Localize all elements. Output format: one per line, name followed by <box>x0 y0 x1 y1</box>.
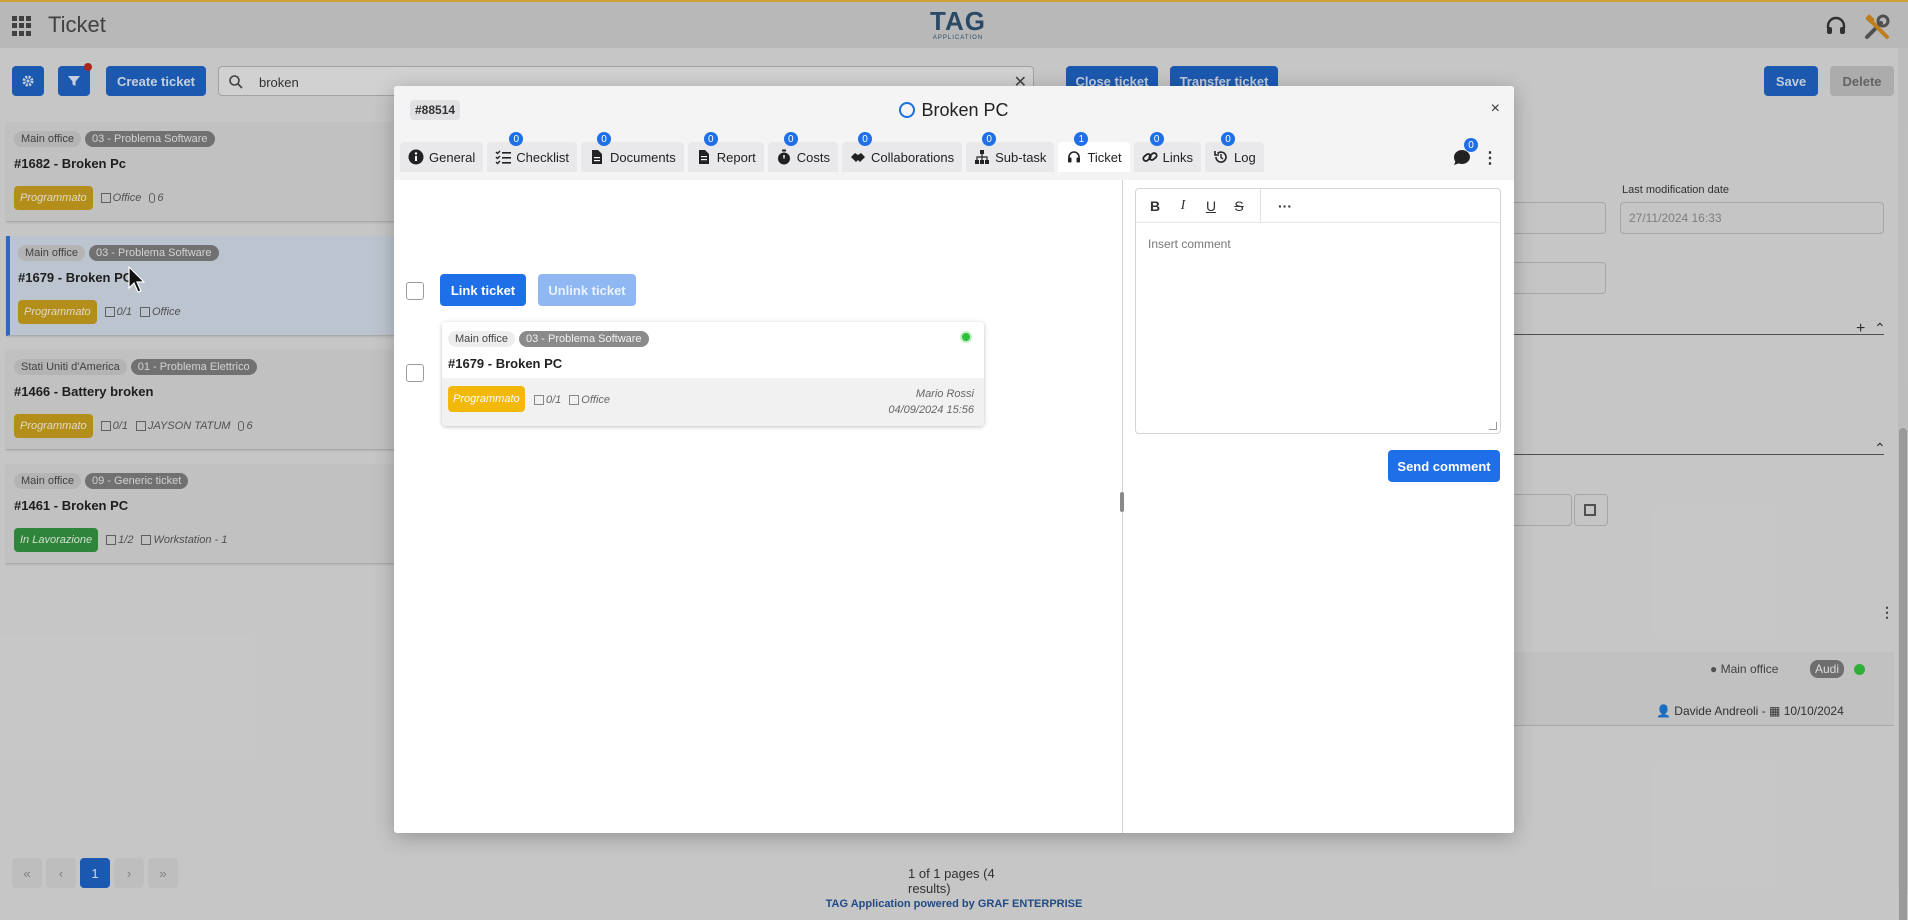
tab-documents[interactable]: 0 Documents <box>581 132 684 172</box>
checklist-meta: 0/1 <box>534 394 561 406</box>
checklist-icon <box>534 395 544 406</box>
unlink-ticket-button[interactable]: Unlink ticket <box>538 274 636 306</box>
comment-pane: B I U S ··· Insert comment Send comment <box>1123 180 1514 833</box>
tools-icon <box>569 395 580 406</box>
linked-tickets-pane: Link ticket Unlink ticket Main office 03 … <box>394 180 1122 833</box>
hierarchy-icon <box>975 150 990 164</box>
created-info: Mario Rossi 04/09/2024 15:56 <box>888 386 974 418</box>
count-badge: 0 <box>982 132 997 146</box>
category-chip: 03 - Problema Software <box>519 331 649 347</box>
bold-button[interactable]: B <box>1148 198 1162 214</box>
count-badge: 0 <box>783 132 798 146</box>
count-badge: 0 <box>597 132 611 146</box>
tab-sub-task[interactable]: 0 Sub-task <box>966 132 1055 172</box>
author-name: Mario Rossi <box>915 388 974 400</box>
count-badge: 0 <box>1149 132 1164 146</box>
status-badge: Programmato <box>448 386 525 412</box>
handshake-icon <box>851 153 866 162</box>
tab-collaborations[interactable]: 0 Collaborations <box>842 132 963 172</box>
comment-editor: B I U S ··· Insert comment <box>1135 188 1501 434</box>
linked-ticket-card[interactable]: Main office 03 - Problema Software #1679 … <box>442 322 984 426</box>
close-icon[interactable]: × <box>1491 100 1500 118</box>
count-badge: 0 <box>509 132 524 146</box>
select-all-checkbox[interactable] <box>406 282 424 300</box>
stopwatch-icon <box>777 149 790 165</box>
ticket-modal: #88514 Broken PC × General 0 Checklist 0… <box>394 86 1514 833</box>
linked-ticket-title: #1679 - Broken PC <box>448 356 563 371</box>
count-badge: 1 <box>1074 132 1089 146</box>
document-icon <box>592 150 602 164</box>
comment-textarea[interactable]: Insert comment <box>1148 237 1231 251</box>
count-badge: 0 <box>858 132 873 146</box>
mouse-cursor-icon <box>128 266 146 293</box>
chat-button[interactable]: 0 <box>1452 138 1478 168</box>
location-chip: Main office <box>448 331 515 347</box>
modal-title: Broken PC <box>394 100 1514 121</box>
tab-report[interactable]: 0 Report <box>687 132 764 172</box>
history-icon <box>1214 151 1227 163</box>
tab-checklist[interactable]: 0 Checklist <box>487 132 577 172</box>
headset-icon <box>1068 151 1081 163</box>
created-date: 04/09/2024 15:56 <box>888 404 974 416</box>
checklist-icon <box>495 150 512 165</box>
tab-log[interactable]: 0 Log <box>1205 132 1264 172</box>
status-circle-icon <box>899 102 916 118</box>
send-comment-button[interactable]: Send comment <box>1388 450 1500 482</box>
tab-general[interactable]: General <box>400 142 484 172</box>
resize-handle-icon[interactable] <box>1489 422 1497 430</box>
tab-bar: General 0 Checklist 0 Documents 0 Report… <box>400 132 1264 172</box>
online-status-dot <box>960 331 972 343</box>
tab-costs[interactable]: 0 Costs <box>767 132 839 172</box>
toolbar-separator <box>1260 188 1261 223</box>
strikethrough-button[interactable]: S <box>1232 198 1246 214</box>
tab-links[interactable]: 0 Links <box>1133 132 1201 172</box>
link-icon <box>1142 152 1158 162</box>
info-icon <box>408 149 424 165</box>
report-icon <box>698 150 709 164</box>
more-options-icon[interactable]: ⋮ <box>1482 148 1498 168</box>
count-badge: 0 <box>1221 132 1235 146</box>
more-tools-button[interactable]: ··· <box>1275 198 1295 214</box>
count-badge: 0 <box>703 132 718 146</box>
linked-ticket-checkbox[interactable] <box>406 364 424 382</box>
asset-meta: Office <box>569 394 610 406</box>
italic-button[interactable]: I <box>1176 198 1190 214</box>
chat-count-badge: 0 <box>1464 138 1478 152</box>
editor-toolbar: B I U S ··· <box>1136 188 1500 223</box>
underline-button[interactable]: U <box>1204 198 1218 214</box>
link-ticket-button[interactable]: Link ticket <box>440 274 526 306</box>
tab-ticket[interactable]: 1 Ticket <box>1058 132 1130 172</box>
modal-header: #88514 Broken PC × General 0 Checklist 0… <box>394 86 1514 180</box>
